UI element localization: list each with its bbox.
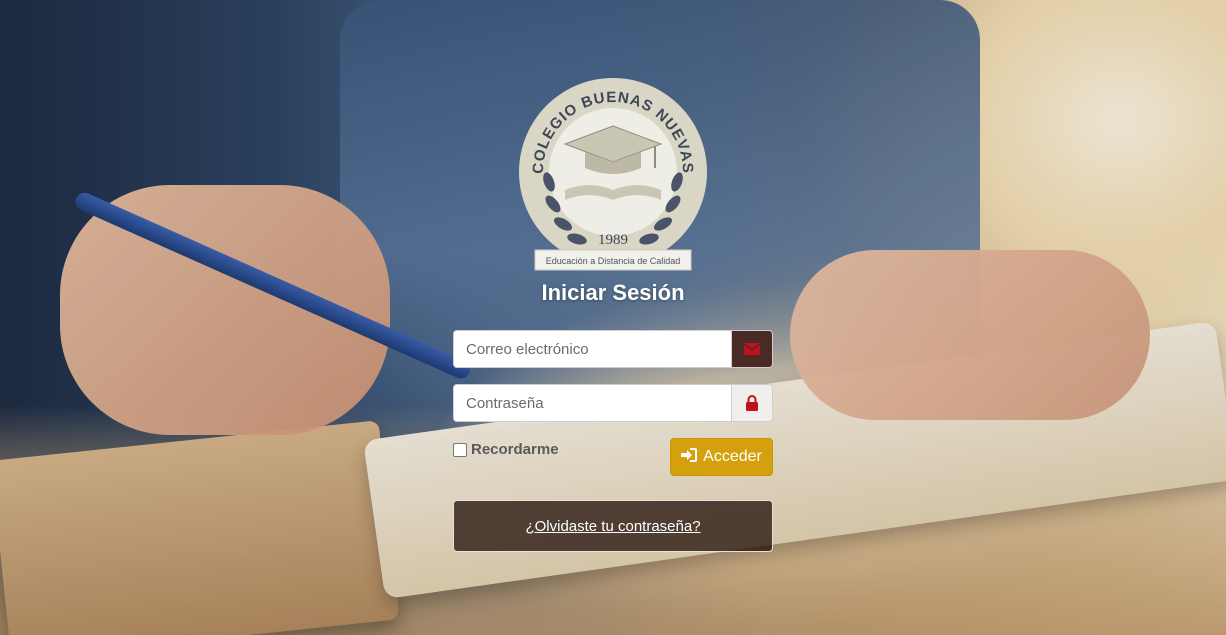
forgot-password-link[interactable]: ¿Olvidaste tu contraseña? [525, 518, 700, 535]
password-field[interactable] [453, 384, 773, 422]
email-input[interactable] [454, 331, 731, 367]
acceder-label: Acceder [703, 448, 762, 465]
svg-text:Educación a Distancia de Calid: Educación a Distancia de Calidad [546, 256, 681, 266]
remember-label: Recordarme [471, 441, 559, 458]
svg-text:1989: 1989 [598, 232, 628, 248]
login-title: Iniciar Sesión [541, 280, 685, 305]
password-input[interactable] [454, 385, 731, 421]
remember-me[interactable]: Recordarme [453, 441, 559, 458]
acceder-button[interactable]: Acceder [670, 438, 773, 476]
envelope-icon [731, 331, 772, 367]
forgot-password-box: ¿Olvidaste tu contraseña? [453, 500, 773, 552]
lock-icon [731, 385, 772, 421]
sign-in-icon [681, 447, 698, 467]
remember-checkbox[interactable] [453, 442, 467, 457]
email-field[interactable] [453, 330, 773, 368]
school-logo: COLEGIO BUENAS NUEVAS 1989 Educación a D… [515, 72, 711, 276]
